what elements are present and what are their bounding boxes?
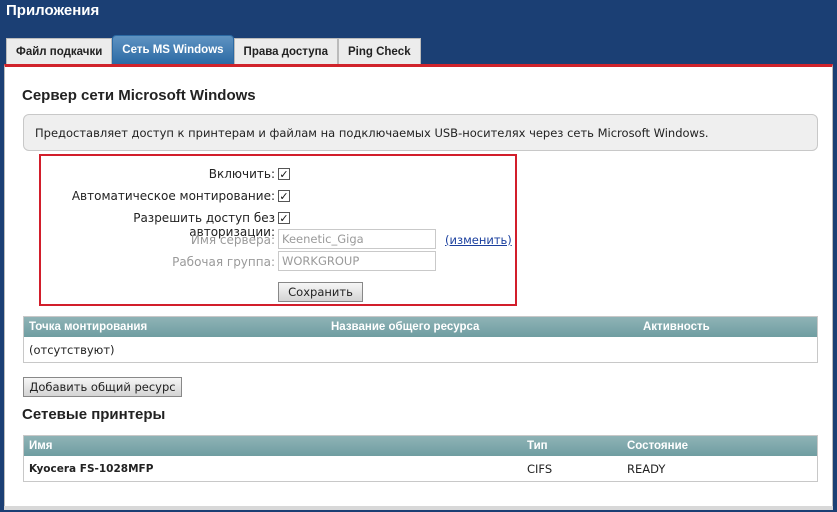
shares-table-header: Точка монтирования Название общего ресур… bbox=[24, 317, 817, 337]
table-row-empty: (отсутствуют) bbox=[24, 337, 817, 362]
workgroup-field[interactable]: WORKGROUP bbox=[278, 251, 436, 271]
automount-label: Автоматическое монтирование: bbox=[71, 189, 275, 203]
enable-label: Включить: bbox=[208, 167, 275, 181]
column-header-type: Тип bbox=[527, 440, 548, 452]
tab-ms-windows-network[interactable]: Сеть MS Windows bbox=[112, 35, 234, 64]
tab-access-rights[interactable]: Права доступа bbox=[233, 38, 338, 64]
server-name-field[interactable]: Keenetic_Giga bbox=[278, 229, 436, 249]
column-header-activity: Активность bbox=[643, 321, 710, 333]
automount-checkbox[interactable]: ✓ bbox=[278, 190, 290, 202]
printers-section-title: Сетевые принтеры bbox=[22, 406, 166, 423]
column-header-mount-point: Точка монтирования bbox=[29, 321, 148, 333]
table-row: Kyocera FS-1028MFP CIFS READY bbox=[24, 456, 817, 481]
printer-name: Kyocera FS-1028MFP bbox=[29, 462, 154, 475]
tab-swap-file[interactable]: Файл подкачки bbox=[6, 38, 113, 64]
empty-shares-text: (отсутствуют) bbox=[29, 342, 115, 357]
server-section-title: Сервер сети Microsoft Windows bbox=[22, 87, 256, 104]
description-text: Предоставляет доступ к принтерам и файла… bbox=[35, 125, 709, 140]
change-server-name-link[interactable]: (изменить) bbox=[445, 233, 512, 247]
server-name-label: Имя сервера: bbox=[190, 233, 275, 247]
printer-status: READY bbox=[627, 461, 666, 476]
content-panel: Сервер сети Microsoft Windows Предоставл… bbox=[4, 64, 833, 509]
enable-checkbox[interactable]: ✓ bbox=[278, 168, 290, 180]
printers-table-header: Имя Тип Состояние bbox=[24, 436, 817, 456]
anonymous-access-checkbox[interactable]: ✓ bbox=[278, 212, 290, 224]
tab-bar: Файл подкачки Сеть MS Windows Права дост… bbox=[6, 35, 421, 64]
column-header-share-name: Название общего ресурса bbox=[331, 321, 480, 333]
printer-type: CIFS bbox=[527, 461, 553, 476]
server-settings-box: Включить: ✓ Автоматическое монтирование:… bbox=[39, 154, 517, 306]
tab-ping-check[interactable]: Ping Check bbox=[337, 38, 421, 64]
description-box: Предоставляет доступ к принтерам и файла… bbox=[23, 114, 818, 151]
column-header-name: Имя bbox=[29, 440, 53, 452]
printers-table: Имя Тип Состояние Kyocera FS-1028MFP CIF… bbox=[23, 435, 818, 482]
column-header-status: Состояние bbox=[627, 440, 689, 452]
workgroup-label: Рабочая группа: bbox=[172, 255, 275, 269]
panel-bottom-border bbox=[4, 506, 833, 510]
save-button[interactable]: Сохранить bbox=[278, 282, 363, 302]
shares-table: Точка монтирования Название общего ресур… bbox=[23, 316, 818, 363]
add-share-button[interactable]: Добавить общий ресурс bbox=[23, 377, 182, 397]
app-title: Приложения bbox=[6, 2, 100, 19]
